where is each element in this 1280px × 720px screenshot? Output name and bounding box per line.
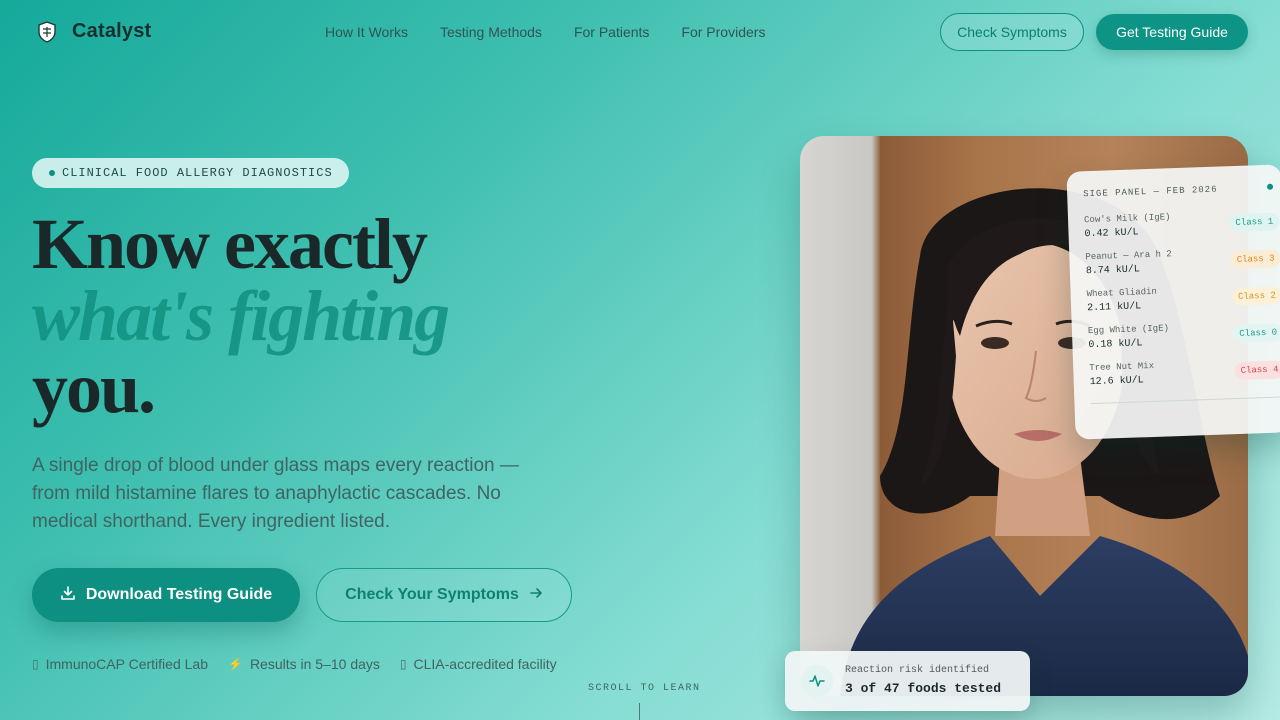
result-row: Peanut — Ara h 2 8.74 kU/L Class 3 <box>1085 245 1280 284</box>
headline-line-2: what's fighting <box>32 276 450 356</box>
trust-item-lab: ▯ ImmunoCAP Certified Lab <box>32 656 208 672</box>
check-your-symptoms-button[interactable]: Check Your Symptoms <box>316 568 572 622</box>
allergen-value: 12.6 kU/L <box>1089 375 1144 389</box>
allergen-name: Tree Nut Mix <box>1089 360 1155 374</box>
risk-value: 3 of 47 foods tested <box>845 681 1002 696</box>
hero-headline: Know exactly what's fighting you. <box>32 204 450 428</box>
allergen-name: Egg White (IgE) <box>1087 323 1170 337</box>
get-testing-guide-button[interactable]: Get Testing Guide <box>1096 14 1248 50</box>
brand-logo[interactable]: Catalyst <box>36 20 151 43</box>
top-navigation: Catalyst How It Works Testing Methods Fo… <box>0 0 1280 64</box>
class-badge: Class 0 <box>1233 323 1280 344</box>
class-badge: Class 1 <box>1229 212 1280 233</box>
nav-link-for-patients[interactable]: For Patients <box>574 24 649 40</box>
status-dot <box>49 170 55 176</box>
reaction-risk-card: Reaction risk identified 3 of 47 foods t… <box>785 651 1030 711</box>
allergen-name: Cow's Milk (IgE) <box>1083 212 1171 226</box>
download-testing-guide-button[interactable]: Download Testing Guide <box>32 568 300 622</box>
class-badge: Class 4 <box>1234 360 1280 381</box>
allergen-value: 2.11 kU/L <box>1086 301 1142 315</box>
allergen-name: Wheat Gliadin <box>1086 286 1158 300</box>
scroll-indicator-line <box>639 703 640 720</box>
trust-label: CLIA-accredited facility <box>413 656 557 672</box>
nav-links: How It Works Testing Methods For Patient… <box>325 24 765 40</box>
download-button-label: Download Testing Guide <box>85 586 273 603</box>
arrow-right-icon <box>529 586 543 605</box>
allergen-value: 0.18 kU/L <box>1088 338 1143 352</box>
trust-label: ImmunoCAP Certified Lab <box>45 656 208 672</box>
panel-title: SIGE PANEL — FEB 2026 <box>1083 184 1218 200</box>
shield-icon: ▯ <box>399 657 407 671</box>
allergen-name: Peanut — Ara h 2 <box>1085 249 1172 263</box>
trust-item-accreditation: ▯ CLIA-accredited facility <box>400 656 557 672</box>
lab-icon: ▯ <box>32 657 39 671</box>
nav-link-testing-methods[interactable]: Testing Methods <box>440 24 542 40</box>
panel-divider <box>1090 396 1280 405</box>
scroll-cue[interactable]: SCROLL TO LEARN <box>588 683 701 694</box>
result-row: Egg White (IgE) 0.18 kU/L Class 0 <box>1088 319 1280 358</box>
trust-label: Results in 5–10 days <box>249 656 380 672</box>
eyebrow-badge: CLINICAL FOOD ALLERGY DIAGNOSTICS <box>32 158 349 188</box>
allergen-value: 8.74 kU/L <box>1085 264 1141 278</box>
headline-line-1: Know exactly <box>32 204 428 284</box>
pulse-icon <box>801 665 833 697</box>
class-badge: Class 3 <box>1230 249 1280 270</box>
result-row: Cow's Milk (IgE) 0.42 kU/L Class 1 <box>1084 208 1280 247</box>
nav-link-how-it-works[interactable]: How It Works <box>325 24 408 40</box>
result-row: Wheat Gliadin 2.11 kU/L Class 2 <box>1086 282 1280 321</box>
download-icon <box>60 585 76 606</box>
panel-status-dot <box>1266 183 1274 190</box>
check-symptoms-label: Check Your Symptoms <box>345 586 519 603</box>
nav-link-for-providers[interactable]: For Providers <box>681 24 765 40</box>
check-symptoms-button[interactable]: Check Symptoms <box>940 13 1084 51</box>
lightning-icon: ⚡ <box>227 657 243 671</box>
headline-line-3: you. <box>32 348 156 428</box>
lab-results-panel: SIGE PANEL — FEB 2026 Cow's Milk (IgE) 0… <box>1066 164 1280 440</box>
trust-item-speed: ⚡ Results in 5–10 days <box>228 656 380 672</box>
result-row: Tree Nut Mix 12.6 kU/L Class 4 <box>1089 356 1280 395</box>
hero-subtext: A single drop of blood under glass maps … <box>32 455 519 532</box>
risk-label: Reaction risk identified <box>845 665 990 676</box>
shield-crest-icon <box>36 20 58 43</box>
eyebrow-text: CLINICAL FOOD ALLERGY DIAGNOSTICS <box>62 166 333 180</box>
brand-name: Catalyst <box>72 20 152 42</box>
trust-indicators: ▯ ImmunoCAP Certified Lab ⚡ Results in 5… <box>32 656 557 672</box>
allergen-value: 0.42 kU/L <box>1084 227 1139 241</box>
class-badge: Class 2 <box>1231 286 1280 307</box>
